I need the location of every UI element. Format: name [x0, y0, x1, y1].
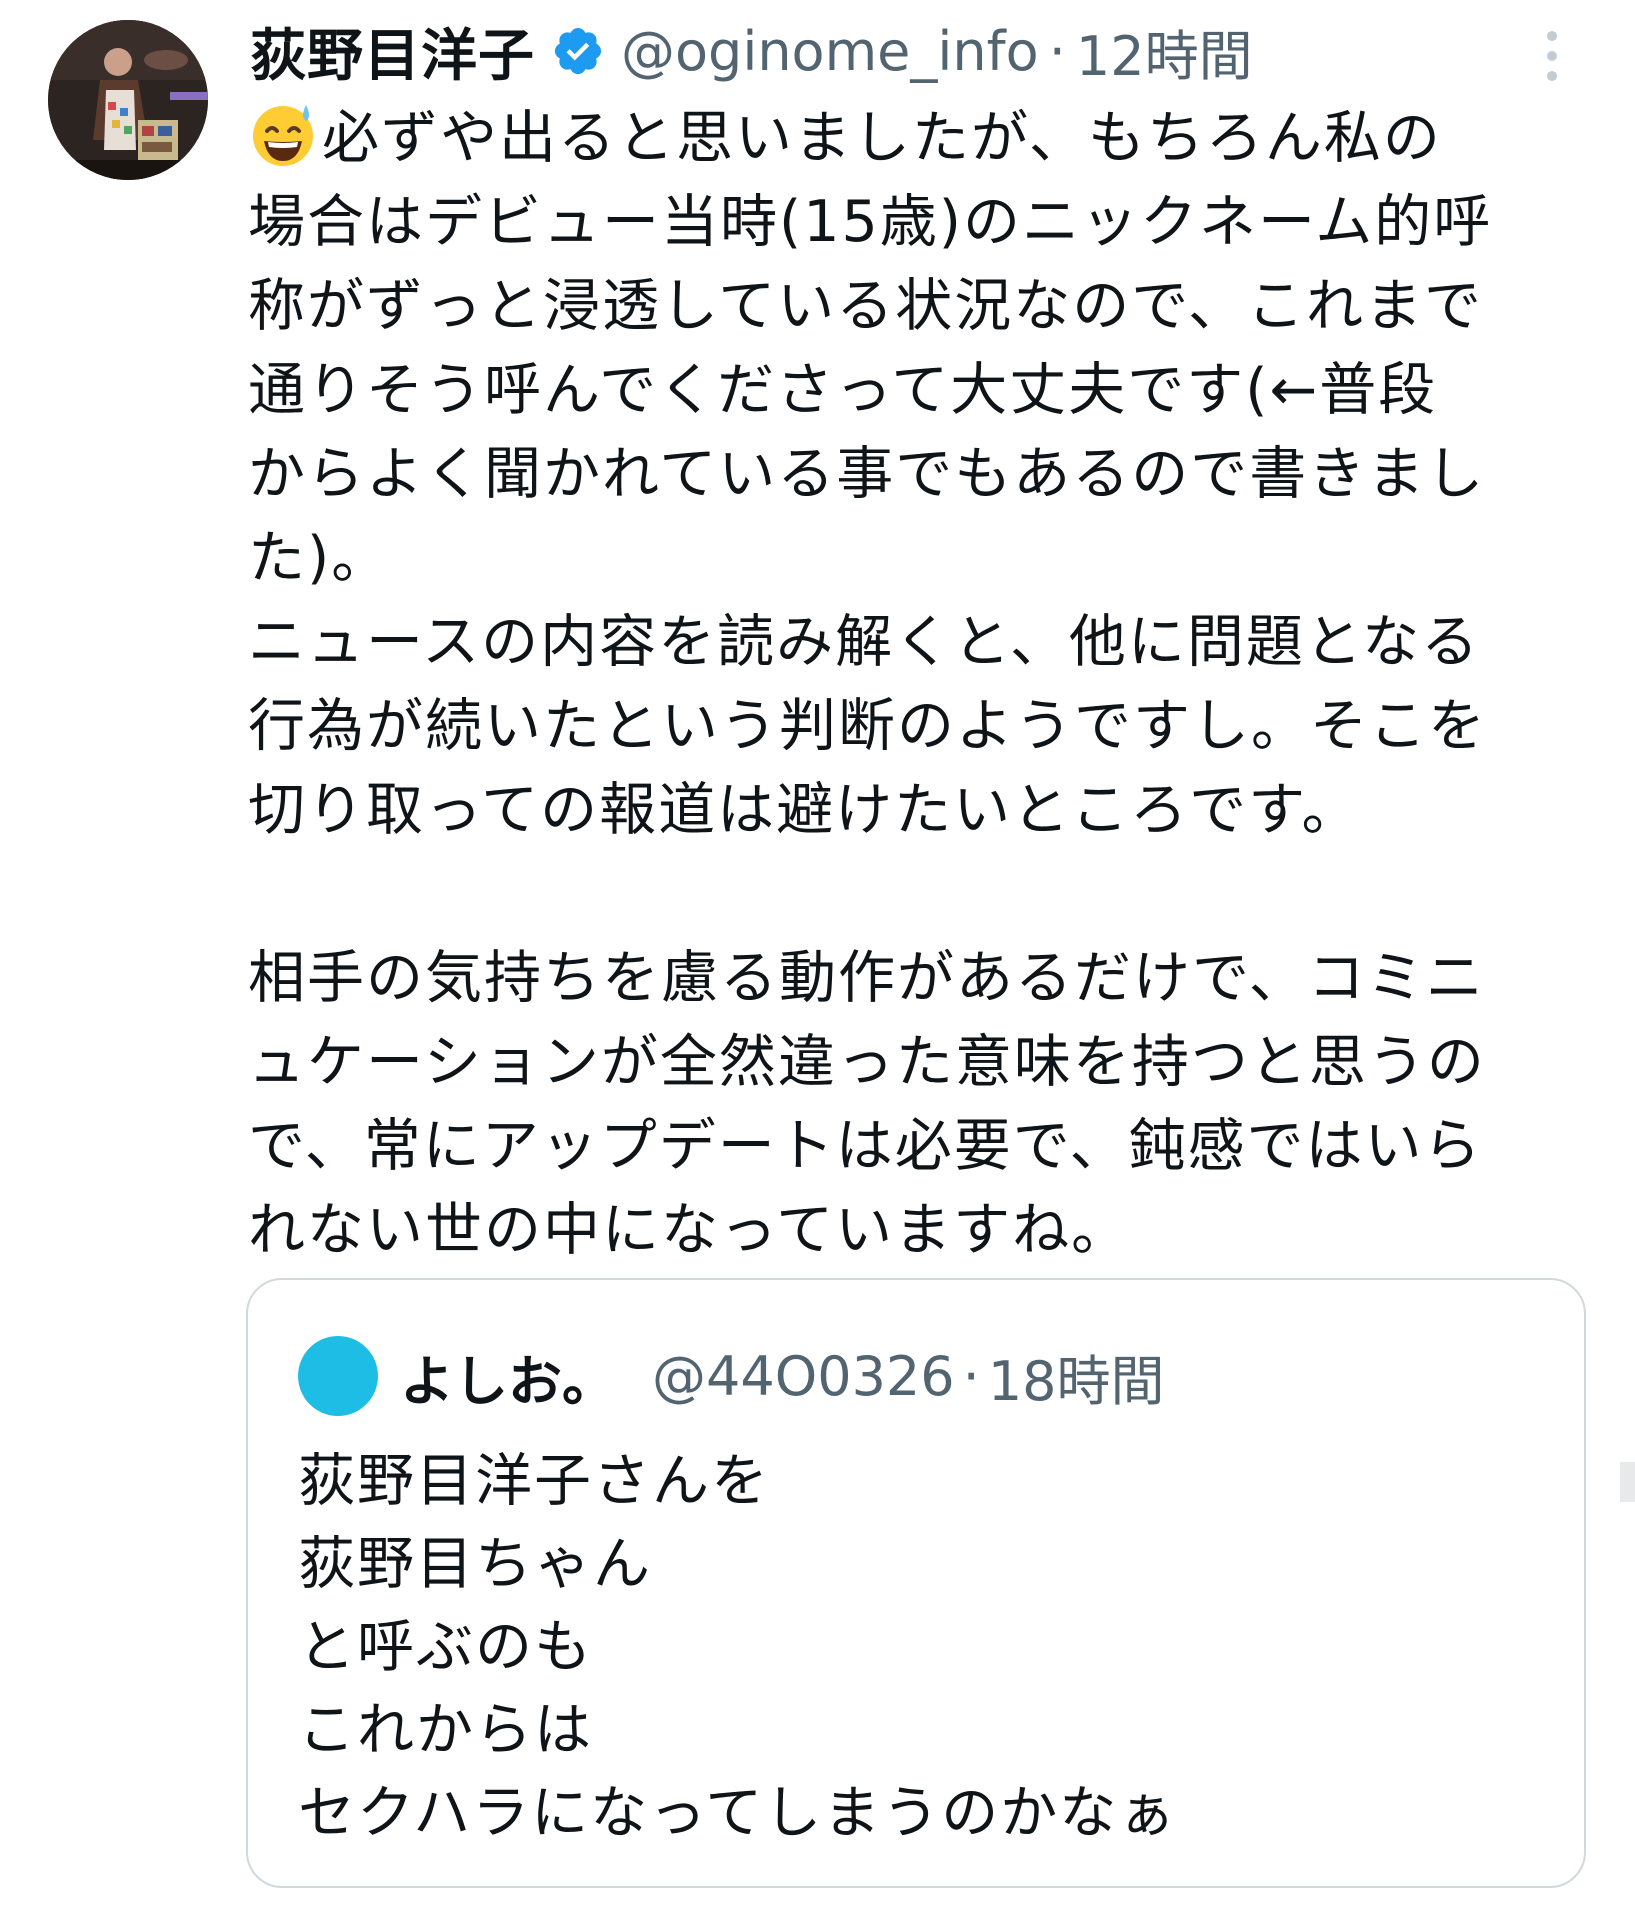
- tweet-text-line: 必ずや出ると思いましたが、もちろん私の: [248, 96, 1588, 180]
- tweet-text-content: 必ずや出ると思いましたが、もちろん私の: [322, 105, 1442, 171]
- quoted-tweet-text: 荻野目洋子さんを 荻野目ちゃん と呼ぶのも これからは セクハラになってしまうの…: [298, 1440, 1538, 1855]
- verified-badge-icon[interactable]: [551, 24, 605, 78]
- scrollbar-thumb[interactable]: [1620, 1462, 1635, 1502]
- tweet-text-line: 行為が続いたという判断のようですし。そこを: [248, 693, 1487, 759]
- author-handle[interactable]: @oginome_info: [621, 20, 1039, 83]
- tweet-text-line: からよく聞かれている事でもあるので書きまし: [248, 441, 1486, 507]
- tweet-text-line: で、常にアップデートは必要で、鈍感ではいら: [248, 1113, 1483, 1179]
- quoted-tweet-header: よしお。 @44O0326 · 18時間: [298, 1336, 1165, 1416]
- separator-dot: ·: [1048, 19, 1066, 83]
- author-display-name[interactable]: 荻野目洋子: [250, 11, 535, 92]
- more-options-icon[interactable]: [1540, 26, 1564, 86]
- quoted-tweet-text-line: 荻野目洋子さんを: [298, 1448, 770, 1514]
- tweet[interactable]: 荻野目洋子 @oginome_info · 12時間 必ずや出ると思いましたが、…: [0, 0, 1635, 1920]
- quoted-author-handle[interactable]: @44O0326: [652, 1345, 955, 1408]
- quoted-tweet-text-line: これからは: [298, 1697, 593, 1763]
- quoted-tweet-text-line: セクハラになってしまうのかなぁ: [298, 1780, 1178, 1846]
- quoted-tweet-text-line: 荻野目ちゃん: [298, 1531, 652, 1597]
- tweet-text-line: 称がずっと浸透している状況なので、これまで: [248, 273, 1484, 339]
- quoted-tweet-card[interactable]: よしお。 @44O0326 · 18時間 荻野目洋子さんを 荻野目ちゃん と呼ぶ…: [246, 1278, 1586, 1888]
- tweet-text-line: た)。: [248, 525, 391, 591]
- quoted-separator-dot: ·: [962, 1344, 980, 1408]
- author-avatar[interactable]: [48, 20, 208, 180]
- tweet-text-line: れない世の中になっていますね。: [248, 1197, 1131, 1263]
- tweet-timestamp[interactable]: 12時間: [1076, 12, 1253, 91]
- tweet-text-line: ニュースの内容を読み解くと、他に問題となる: [248, 609, 1481, 675]
- quoted-author-avatar[interactable]: [298, 1336, 378, 1416]
- tweet-text: 必ずや出ると思いましたが、もちろん私の 場合はデビュー当時(15歳)のニックネー…: [248, 96, 1588, 1272]
- tweet-text-line: 場合はデビュー当時(15歳)のニックネーム的呼: [248, 189, 1493, 255]
- tweet-text-line: ュケーションが全然違った意味を持つと思うの: [248, 1029, 1486, 1095]
- tweet-text-line: 切り取っての報道は避けたいところです。: [248, 777, 1361, 843]
- quoted-tweet-timestamp[interactable]: 18時間: [988, 1337, 1165, 1416]
- quoted-author-display-name[interactable]: よしお。: [400, 1337, 616, 1416]
- sweat-smile-emoji-icon: [253, 105, 313, 166]
- avatar-photo: [48, 20, 208, 180]
- tweet-text-line: 相手の気持ちを慮る動作があるだけで、コミニ: [248, 945, 1485, 1011]
- tweet-header: 荻野目洋子 @oginome_info · 12時間: [250, 12, 1550, 91]
- tweet-text-line: 通りそう呼んでくださって大丈夫です(←普段: [248, 357, 1438, 423]
- quoted-tweet-text-line: と呼ぶのも: [298, 1614, 593, 1680]
